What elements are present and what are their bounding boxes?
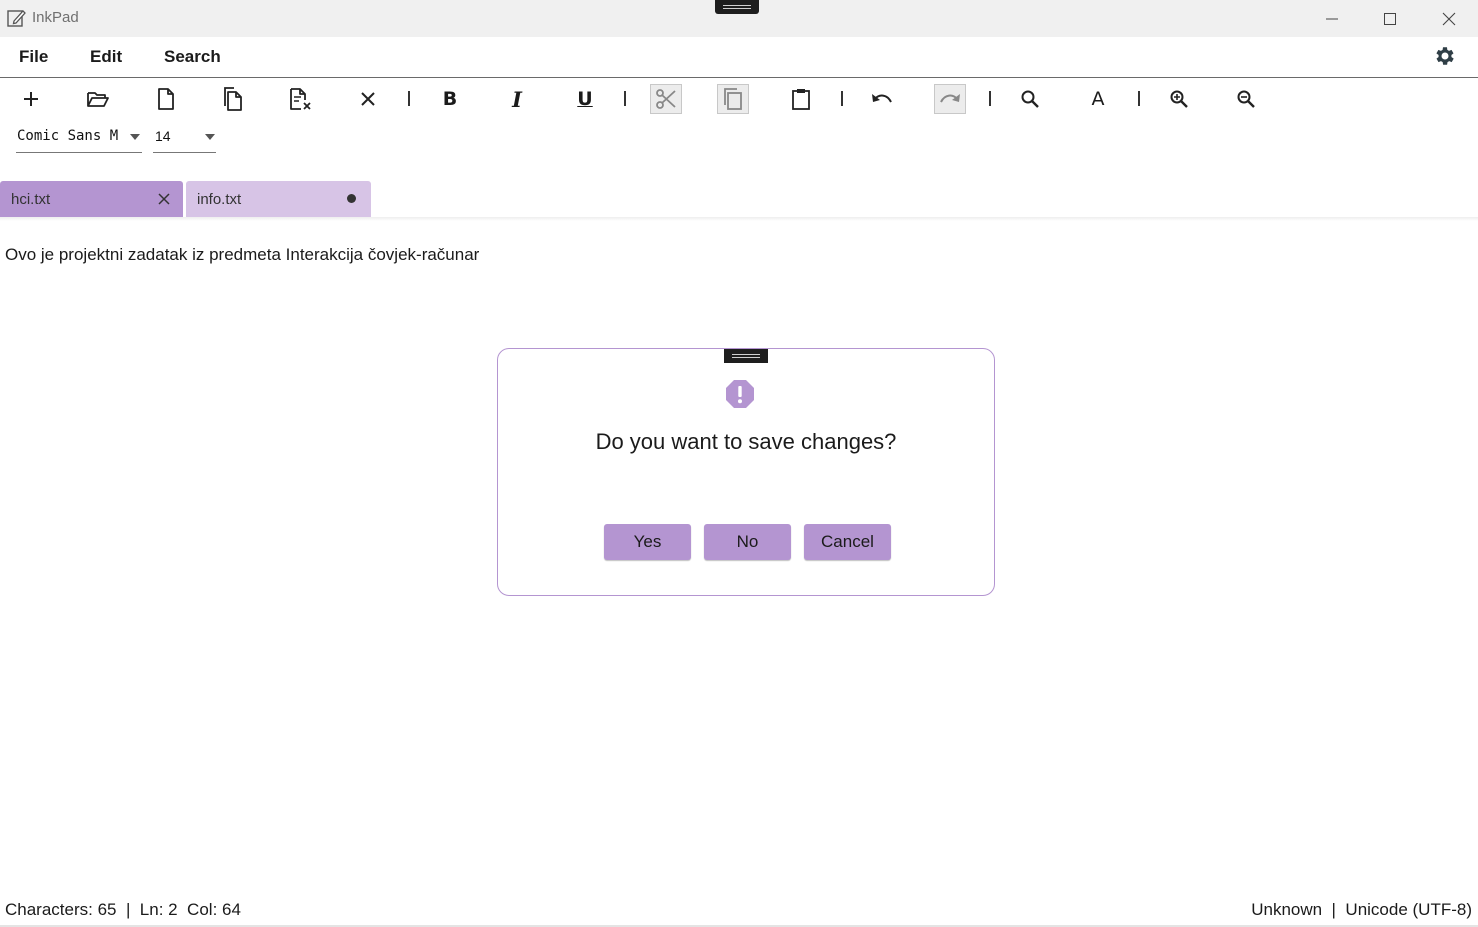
tab-divider bbox=[0, 217, 1478, 221]
underline-button[interactable]: U bbox=[569, 84, 601, 114]
undo-button[interactable] bbox=[866, 84, 898, 114]
toolbar-separator bbox=[989, 91, 991, 106]
close-icon bbox=[1442, 12, 1456, 25]
tab-info[interactable]: info.txt bbox=[186, 181, 371, 217]
font-family-select[interactable]: Comic Sans M bbox=[16, 124, 142, 153]
title-bar: InkPad bbox=[0, 0, 1478, 37]
redo-button[interactable] bbox=[934, 84, 966, 114]
cut-button[interactable] bbox=[650, 84, 682, 114]
menu-search[interactable]: Search bbox=[164, 47, 221, 67]
toolbar-separator bbox=[841, 91, 843, 106]
redo-icon bbox=[940, 94, 960, 103]
copy-file-icon bbox=[224, 87, 242, 111]
close-icon bbox=[361, 92, 375, 106]
zoom-in-button[interactable] bbox=[1163, 84, 1195, 114]
editor-content[interactable]: Ovo je projektni zadatak iz predmeta Int… bbox=[5, 245, 479, 265]
chevron-down-icon bbox=[205, 134, 215, 140]
minimize-button[interactable] bbox=[1309, 0, 1355, 37]
tab-label: hci.txt bbox=[11, 191, 51, 208]
italic-button[interactable]: I bbox=[501, 84, 533, 114]
close-file-button[interactable] bbox=[285, 84, 317, 114]
zoom-in-icon bbox=[1170, 90, 1188, 108]
app-logo-icon bbox=[7, 10, 26, 27]
underline-icon: U bbox=[577, 88, 593, 110]
window-drag-handle[interactable] bbox=[715, 0, 759, 14]
cancel-button[interactable]: Cancel bbox=[804, 524, 891, 560]
open-button[interactable] bbox=[82, 84, 114, 114]
undo-icon bbox=[872, 94, 892, 103]
yes-button[interactable]: Yes bbox=[604, 524, 691, 560]
save-changes-dialog: Do you want to save changes? Yes No Canc… bbox=[497, 348, 995, 596]
close-tab-icon[interactable] bbox=[157, 192, 171, 206]
copy-button[interactable] bbox=[717, 84, 749, 114]
dialog-message: Do you want to save changes? bbox=[595, 429, 897, 454]
toolbar-separator bbox=[1138, 91, 1140, 106]
menu-file[interactable]: File bbox=[19, 47, 48, 67]
app-title: InkPad bbox=[32, 9, 79, 26]
chevron-down-icon bbox=[130, 134, 140, 140]
copy-file-button[interactable] bbox=[217, 84, 249, 114]
no-button[interactable]: No bbox=[704, 524, 791, 560]
copy-icon bbox=[724, 88, 742, 110]
maximize-button[interactable] bbox=[1367, 0, 1413, 37]
open-folder-icon bbox=[87, 92, 109, 107]
unsaved-dot-icon[interactable] bbox=[347, 194, 356, 203]
font-family-value: Comic Sans M bbox=[17, 128, 119, 144]
search-button[interactable] bbox=[1014, 84, 1046, 114]
search-icon bbox=[1021, 90, 1039, 108]
bold-icon: B bbox=[442, 88, 458, 110]
close-file-icon bbox=[290, 88, 311, 110]
toolbar-separator bbox=[624, 91, 626, 106]
new-button[interactable] bbox=[15, 84, 47, 114]
toolbar: B I U A bbox=[0, 78, 1478, 120]
font-size-select[interactable]: 14 bbox=[153, 124, 216, 153]
italic-icon: I bbox=[512, 86, 522, 112]
gear-icon[interactable] bbox=[1433, 44, 1457, 68]
menu-bar: File Edit Search bbox=[0, 37, 1478, 78]
new-file-button[interactable] bbox=[150, 84, 182, 114]
paste-button[interactable] bbox=[785, 84, 817, 114]
cut-icon bbox=[656, 89, 676, 109]
tab-hci[interactable]: hci.txt bbox=[0, 181, 183, 217]
font-icon: A bbox=[1091, 88, 1105, 110]
tab-label: info.txt bbox=[197, 191, 242, 208]
font-size-value: 14 bbox=[155, 128, 171, 144]
status-encoding: Unknown | Unicode (UTF-8) bbox=[1251, 900, 1472, 919]
zoom-out-icon bbox=[1237, 90, 1255, 108]
font-button[interactable]: A bbox=[1082, 84, 1114, 114]
status-counts: Characters: 65 | Ln: 2 Col: 64 bbox=[5, 900, 241, 919]
bold-button[interactable]: B bbox=[434, 84, 466, 114]
new-icon bbox=[24, 92, 38, 106]
toolbar-separator bbox=[408, 91, 410, 106]
minimize-icon bbox=[1326, 18, 1338, 19]
paste-icon bbox=[792, 89, 810, 110]
close-button[interactable] bbox=[352, 84, 384, 114]
new-file-icon bbox=[158, 88, 174, 110]
maximize-icon bbox=[1384, 12, 1396, 25]
close-window-button[interactable] bbox=[1426, 0, 1472, 37]
zoom-out-button[interactable] bbox=[1230, 84, 1262, 114]
warning-icon bbox=[726, 380, 754, 408]
dialog-drag-handle[interactable] bbox=[724, 349, 768, 363]
menu-edit[interactable]: Edit bbox=[90, 47, 122, 67]
